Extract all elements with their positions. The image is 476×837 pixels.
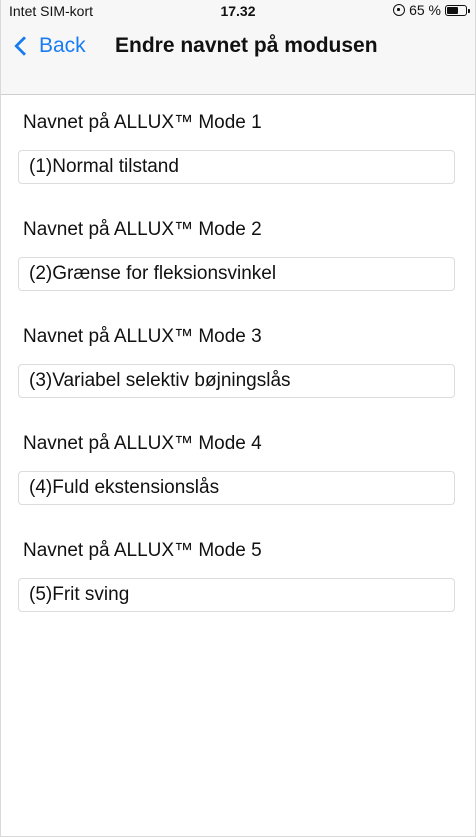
mode-field-1: Navnet på ALLUX™ Mode 1	[1, 95, 475, 202]
mode-3-name-input[interactable]	[18, 364, 455, 398]
screen: Intet SIM-kort 17.32 65 % Back Endre nav…	[0, 0, 476, 837]
status-right-group: 65 %	[393, 2, 470, 18]
battery-level-fill	[447, 6, 458, 14]
page-title: Endre navnet på modusen	[115, 34, 378, 57]
mode-field-2: Navnet på ALLUX™ Mode 2	[1, 202, 475, 309]
mode-4-name-input[interactable]	[18, 471, 455, 505]
back-label: Back	[39, 34, 86, 57]
mode-name-form: Navnet på ALLUX™ Mode 1 Navnet på ALLUX™…	[1, 95, 475, 630]
battery-percent-label: 65 %	[409, 2, 441, 18]
mode-1-name-input[interactable]	[18, 150, 455, 184]
mode-5-label: Navnet på ALLUX™ Mode 5	[23, 540, 262, 561]
battery-icon	[445, 4, 470, 16]
mode-field-4: Navnet på ALLUX™ Mode 4	[1, 416, 475, 523]
navigation-bar: Back Endre navnet på modusen	[1, 22, 475, 95]
status-bar: Intet SIM-kort 17.32 65 %	[1, 0, 475, 22]
orientation-lock-icon	[393, 4, 406, 16]
mode-field-5: Navnet på ALLUX™ Mode 5	[1, 523, 475, 630]
mode-2-label: Navnet på ALLUX™ Mode 2	[23, 219, 262, 240]
mode-1-label: Navnet på ALLUX™ Mode 1	[23, 112, 262, 133]
back-button[interactable]: Back	[11, 22, 86, 70]
mode-5-name-input[interactable]	[18, 578, 455, 612]
mode-2-name-input[interactable]	[18, 257, 455, 291]
mode-4-label: Navnet på ALLUX™ Mode 4	[23, 433, 262, 454]
mode-field-3: Navnet på ALLUX™ Mode 3	[1, 309, 475, 416]
mode-3-label: Navnet på ALLUX™ Mode 3	[23, 326, 262, 347]
chevron-left-icon	[14, 36, 34, 56]
